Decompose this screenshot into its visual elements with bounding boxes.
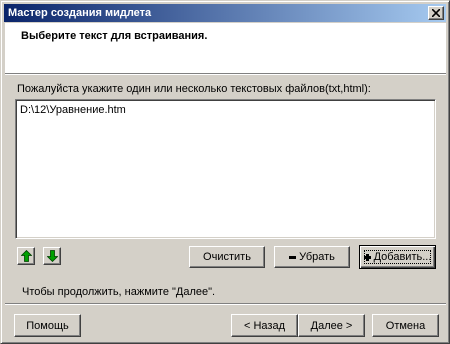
list-item[interactable]: D:\12\Уравнение.htm (20, 104, 431, 117)
wizard-header: Выберите текст для встраивания. (5, 23, 446, 73)
arrow-up-icon (20, 250, 32, 262)
plus-icon (363, 253, 371, 261)
remove-button-label: Убрать (299, 251, 335, 263)
cancel-button-label: Отмена (385, 319, 426, 332)
back-button-label: < Назад (244, 319, 285, 332)
minus-icon (289, 255, 297, 259)
move-down-button[interactable] (43, 247, 61, 265)
clear-button-label: Очистить (203, 251, 251, 263)
add-button[interactable]: Добавить... (359, 245, 436, 269)
close-icon (432, 9, 440, 17)
remove-button[interactable]: Убрать (274, 246, 350, 268)
cancel-button[interactable]: Отмена (372, 314, 439, 337)
footer-divider (5, 303, 446, 305)
help-button-label: Помощь (26, 319, 69, 332)
clear-button[interactable]: Очистить (189, 246, 265, 268)
help-button[interactable]: Помощь (14, 314, 81, 337)
instruction-label: Пожалуйста укажите один или несколько те… (17, 83, 371, 95)
file-list[interactable]: D:\12\Уравнение.htm (15, 99, 436, 239)
title-bar[interactable]: Мастер создания мидлета (4, 4, 446, 22)
wizard-window: Мастер создания мидлета Выберите текст д… (0, 0, 450, 344)
back-button[interactable]: < Назад (231, 314, 298, 337)
move-up-button[interactable] (17, 247, 35, 265)
header-divider (5, 73, 446, 75)
status-text: Чтобы продолжить, нажмите "Далее". (22, 286, 216, 298)
close-button[interactable] (428, 6, 444, 20)
add-button-label: Добавить... (373, 251, 432, 263)
next-button-label: Далее > (310, 319, 353, 332)
next-button[interactable]: Далее > (298, 314, 365, 337)
arrow-down-icon (46, 250, 58, 262)
page-title: Выберите текст для встраивания. (21, 30, 208, 42)
window-title: Мастер создания мидлета (8, 7, 152, 19)
